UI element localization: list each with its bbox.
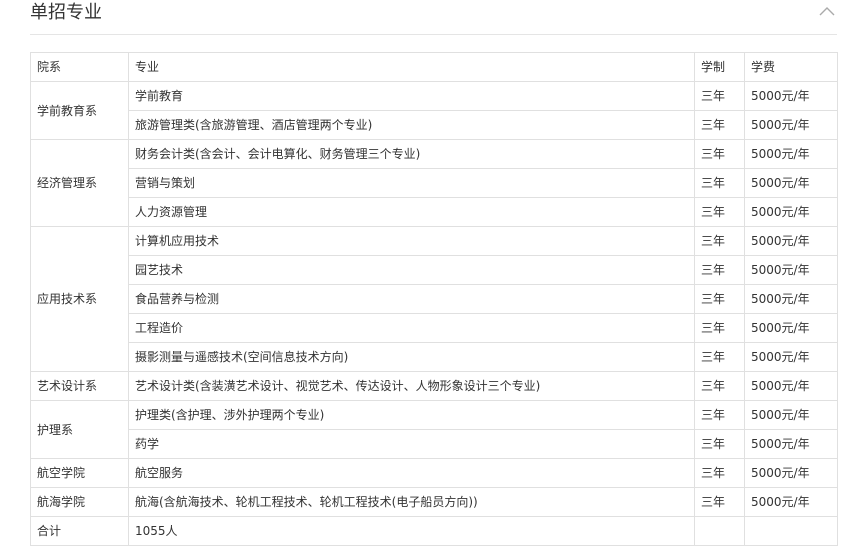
fee-cell: 5000元/年 — [744, 313, 838, 343]
major-cell: 学前教育 — [128, 81, 695, 111]
department-cell: 航空学院 — [30, 458, 129, 488]
duration-cell: 三年 — [694, 400, 745, 430]
major-cell: 人力资源管理 — [128, 197, 695, 227]
duration-cell: 三年 — [694, 110, 745, 140]
total-value-cell: 1055人 — [128, 516, 695, 546]
department-cell: 航海学院 — [30, 487, 129, 517]
fee-cell: 5000元/年 — [744, 342, 838, 372]
table-row: 园艺技术 三年 5000元/年 — [31, 255, 838, 285]
major-cell: 营销与策划 — [128, 168, 695, 198]
majors-table: 院系 专业 学制 学费 学前教育系 学前教育 三年 5000元/年 旅游管理类(含旅游管… — [30, 52, 838, 546]
header-department: 院系 — [30, 52, 129, 82]
fee-cell: 5000元/年 — [744, 168, 838, 198]
major-cell: 药学 — [128, 429, 695, 459]
major-cell: 旅游管理类(含旅游管理、酒店管理两个专业) — [128, 110, 695, 140]
total-row: 合计 1055人 — [30, 516, 838, 546]
major-cell: 护理类(含护理、涉外护理两个专业) — [128, 400, 695, 430]
duration-cell: 三年 — [694, 429, 745, 459]
table-row: 应用技术系 计算机应用技术 三年 5000元/年 — [30, 226, 838, 372]
department-cell: 学前教育系 — [30, 81, 129, 140]
department-cell: 护理系 — [30, 400, 129, 459]
fee-cell: 5000元/年 — [744, 487, 838, 517]
fee-cell: 5000元/年 — [744, 110, 838, 140]
duration-cell: 三年 — [694, 81, 745, 111]
table-row: 食品营养与检测 三年 5000元/年 — [31, 284, 838, 314]
section-title: 单招专业 — [30, 2, 102, 23]
fee-cell: 5000元/年 — [744, 255, 838, 285]
major-cell: 园艺技术 — [128, 255, 695, 285]
department-cell: 应用技术系 — [30, 226, 129, 372]
duration-cell: 三年 — [694, 487, 745, 517]
major-cell: 工程造价 — [128, 313, 695, 343]
fee-cell: 5000元/年 — [744, 139, 838, 169]
fee-cell: 5000元/年 — [744, 400, 838, 430]
major-cell: 食品营养与检测 — [128, 284, 695, 314]
table-row: 工程造价 三年 5000元/年 — [31, 313, 838, 343]
table-row: 经济管理系 财务会计类(含会计、会计电算化、财务管理三个专业) 三年 5000元/年 — [30, 139, 838, 227]
major-cell: 财务会计类(含会计、会计电算化、财务管理三个专业) — [128, 139, 695, 169]
header-duration: 学制 — [694, 52, 745, 82]
major-cell: 航海(含航海技术、轮机工程技术、轮机工程技术(电子船员方向)) — [128, 487, 695, 517]
header-major: 专业 — [128, 52, 695, 82]
table-row: 旅游管理类(含旅游管理、酒店管理两个专业) 三年 5000元/年 — [31, 110, 838, 140]
duration-cell: 三年 — [694, 255, 745, 285]
table-row: 航海学院 航海(含航海技术、轮机工程技术、轮机工程技术(电子船员方向)) 三年 500… — [30, 487, 838, 517]
duration-cell: 三年 — [694, 458, 745, 488]
major-cell: 航空服务 — [128, 458, 695, 488]
fee-cell: 5000元/年 — [744, 429, 838, 459]
table-row: 药学 三年 5000元/年 — [31, 429, 838, 459]
fee-cell: 5000元/年 — [744, 226, 838, 256]
table-row: 摄影测量与遥感技术(空间信息技术方向) 三年 5000元/年 — [31, 342, 838, 372]
table-header-row: 院系 专业 学制 学费 — [30, 52, 838, 82]
duration-cell: 三年 — [694, 313, 745, 343]
duration-cell: 三年 — [694, 342, 745, 372]
department-cell: 经济管理系 — [30, 139, 129, 227]
fee-cell: 5000元/年 — [744, 81, 838, 111]
duration-cell: 三年 — [694, 139, 745, 169]
department-cell: 艺术设计系 — [30, 371, 129, 401]
duration-cell: 三年 — [694, 284, 745, 314]
major-cell: 摄影测量与遥感技术(空间信息技术方向) — [128, 342, 695, 372]
majors-table-wrap: 院系 专业 学制 学费 学前教育系 学前教育 三年 5000元/年 旅游管理类(含旅游管… — [30, 52, 838, 546]
fee-cell: 5000元/年 — [744, 371, 838, 401]
duration-cell: 三年 — [694, 197, 745, 227]
major-cell: 计算机应用技术 — [128, 226, 695, 256]
duration-cell: 三年 — [694, 371, 745, 401]
fee-cell: 5000元/年 — [744, 284, 838, 314]
table-row: 航空学院 航空服务 三年 5000元/年 — [30, 458, 838, 488]
fee-cell: 5000元/年 — [744, 458, 838, 488]
chevron-up-icon[interactable] — [819, 4, 835, 18]
table-body: 院系 专业 学制 学费 学前教育系 学前教育 三年 5000元/年 旅游管理类(含旅游管… — [30, 52, 838, 546]
table-row: 护理系 护理类(含护理、涉外护理两个专业) 三年 5000元/年 — [30, 400, 838, 459]
total-label-cell: 合计 — [30, 516, 129, 546]
duration-cell: 三年 — [694, 168, 745, 198]
duration-cell: 三年 — [694, 226, 745, 256]
table-row: 人力资源管理 三年 5000元/年 — [31, 197, 838, 227]
table-row: 艺术设计系 艺术设计类(含装潢艺术设计、视觉艺术、传达设计、人物形象设计三个专业)… — [30, 371, 838, 401]
header-fee: 学费 — [744, 52, 838, 82]
section-header: 单招专业 — [30, 0, 837, 35]
major-cell: 艺术设计类(含装潢艺术设计、视觉艺术、传达设计、人物形象设计三个专业) — [128, 371, 695, 401]
table-row: 营销与策划 三年 5000元/年 — [31, 168, 838, 198]
table-row: 学前教育系 学前教育 三年 5000元/年 — [30, 81, 838, 140]
total-fee-cell — [744, 516, 838, 546]
total-duration-cell — [694, 516, 745, 546]
fee-cell: 5000元/年 — [744, 197, 838, 227]
